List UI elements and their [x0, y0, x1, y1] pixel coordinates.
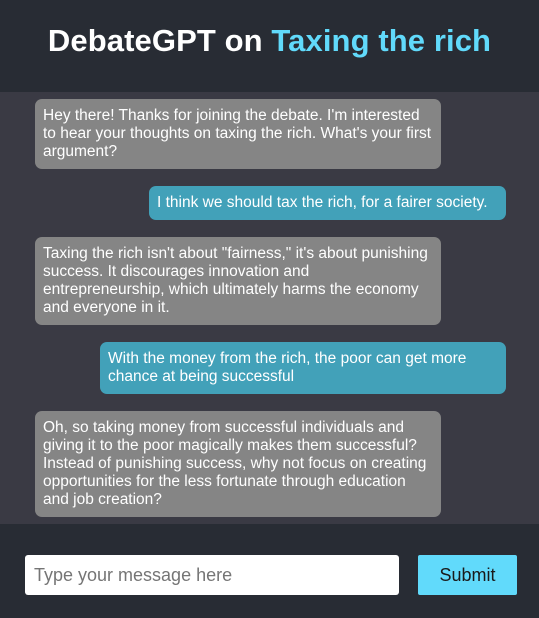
message-text: With the money from the rich, the poor c… — [108, 350, 467, 385]
message-text: Oh, so taking money from successful indi… — [43, 419, 427, 508]
page-title: DebateGPT on Taxing the rich — [48, 23, 491, 59]
submit-button[interactable]: Submit — [418, 555, 517, 595]
chat-log[interactable]: Hey there! Thanks for joining the debate… — [0, 92, 539, 524]
message-composer: Submit — [0, 524, 539, 618]
message-text: Hey there! Thanks for joining the debate… — [43, 107, 432, 160]
message-text: I think we should tax the rich, for a fa… — [157, 194, 488, 211]
bot-message: Taxing the rich isn't about "fairness," … — [35, 237, 441, 325]
debate-topic: Taxing the rich — [271, 23, 492, 58]
user-message: With the money from the rich, the poor c… — [100, 342, 506, 394]
message-input[interactable] — [25, 555, 399, 595]
title-prefix: DebateGPT on — [47, 23, 272, 58]
bot-message: Hey there! Thanks for joining the debate… — [35, 99, 441, 169]
user-message: I think we should tax the rich, for a fa… — [149, 186, 506, 220]
bot-message: Oh, so taking money from successful indi… — [35, 411, 441, 517]
message-text: Taxing the rich isn't about "fairness," … — [43, 245, 428, 316]
app-root: DebateGPT on Taxing the rich Hey there! … — [0, 0, 539, 618]
header: DebateGPT on Taxing the rich — [0, 0, 539, 92]
